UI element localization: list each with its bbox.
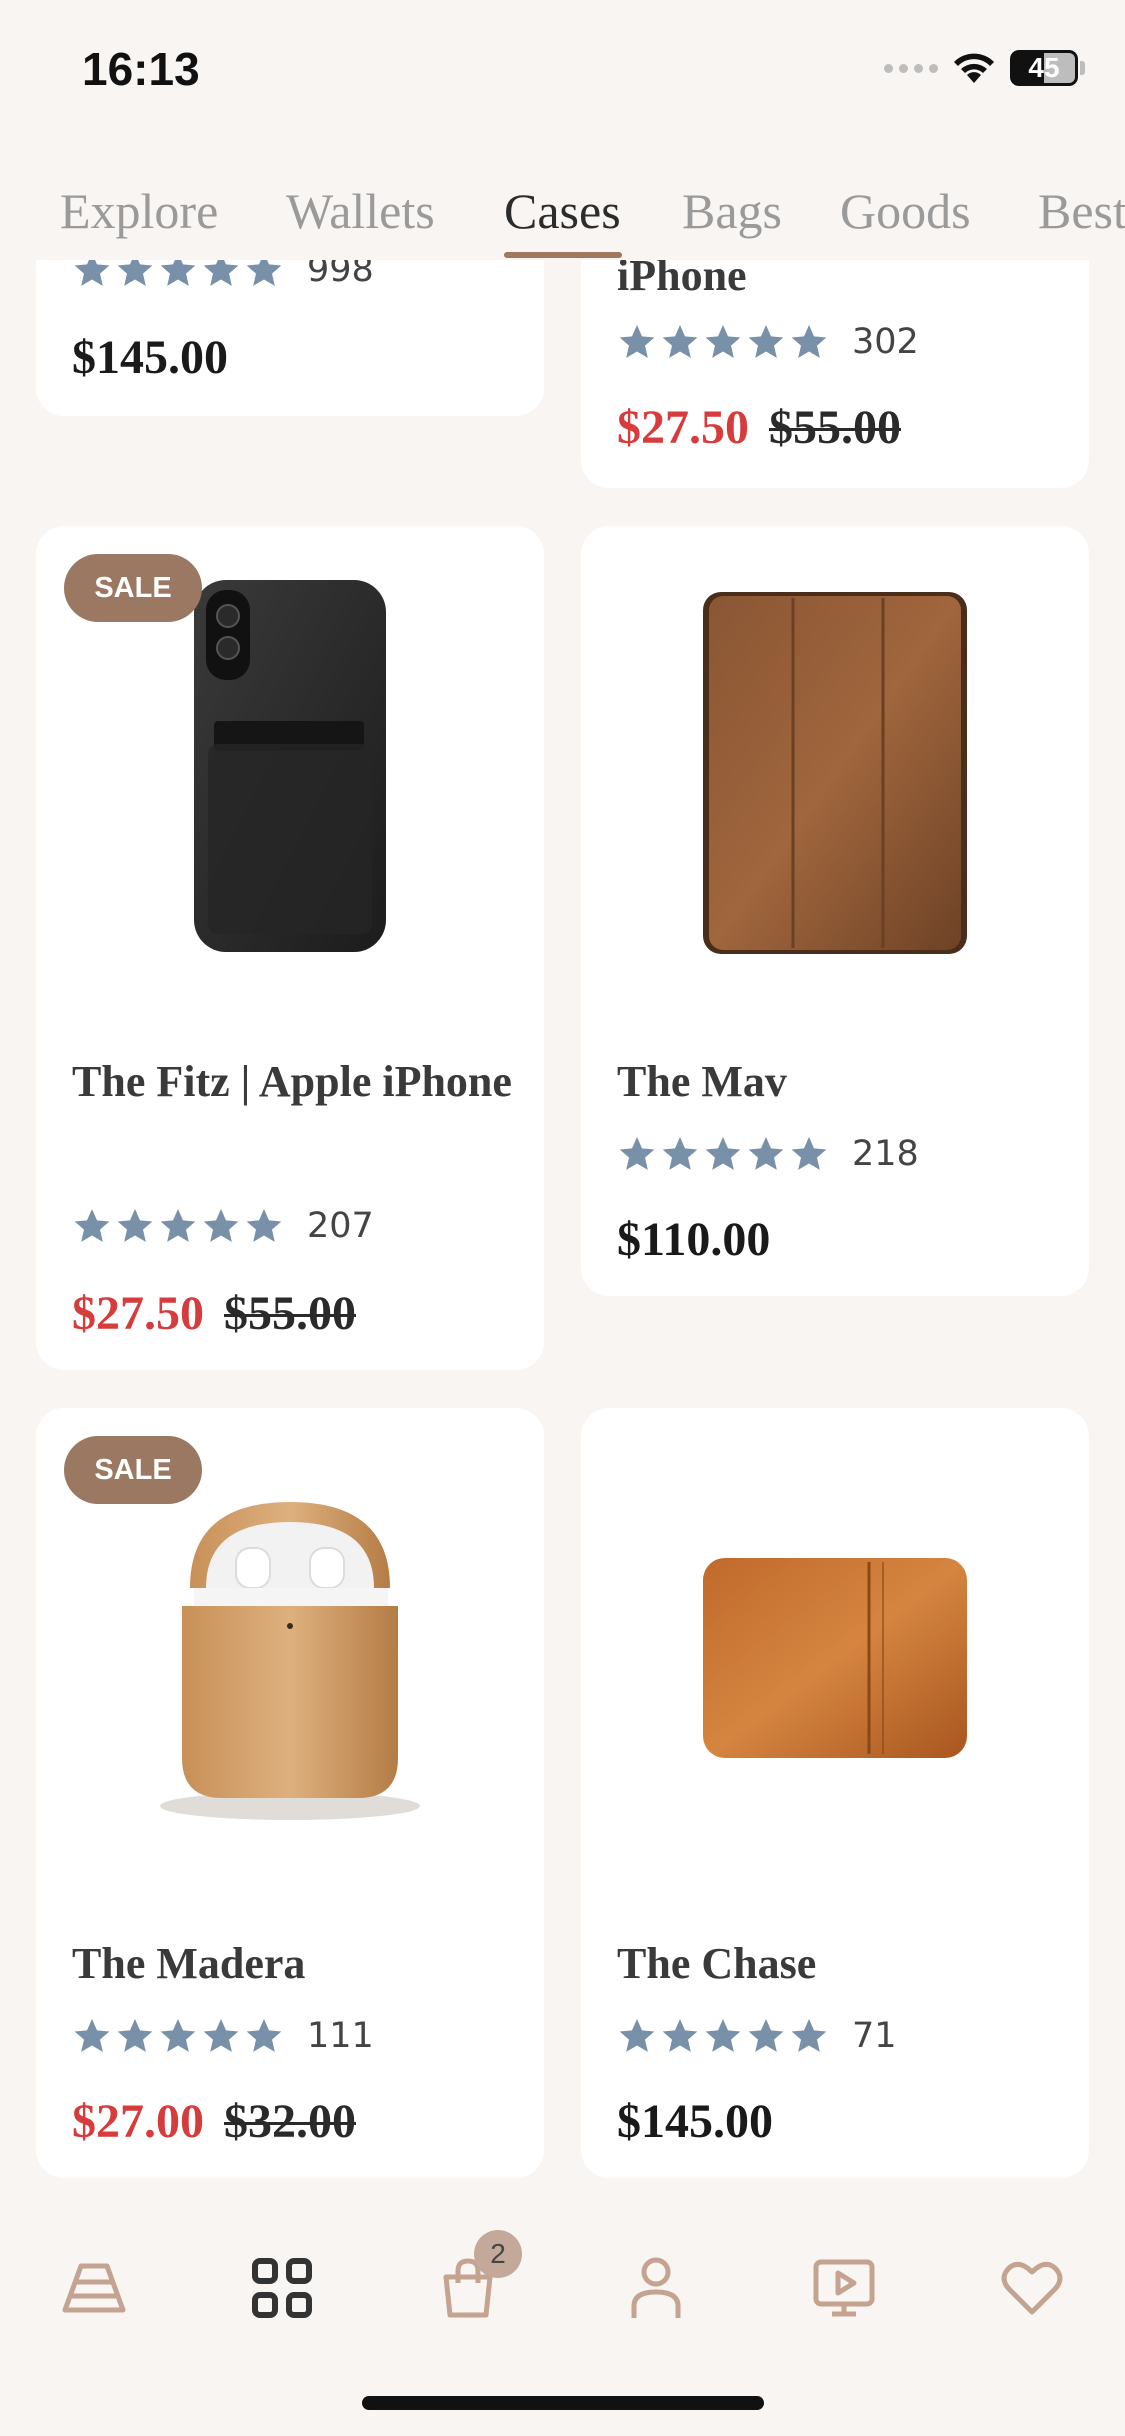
product-card[interactable]: SALE The Fitz | Apple iPhone 207 $27.50 … bbox=[36, 526, 544, 1370]
home-icon bbox=[62, 2263, 126, 2313]
sale-price: $27.50 bbox=[72, 1287, 204, 1340]
product-name: The Fitz | Apple iPhone bbox=[72, 1057, 512, 1106]
active-tab-indicator bbox=[504, 252, 622, 258]
sale-price: $27.00 bbox=[72, 2095, 204, 2148]
original-price: $55.00 bbox=[769, 401, 901, 454]
star-rating: 302 bbox=[617, 322, 919, 362]
cellular-signal-icon bbox=[884, 63, 938, 73]
profile-icon bbox=[631, 2257, 681, 2318]
product-card[interactable]: SALE The Madera 111 $27.00 $32.00 bbox=[36, 1408, 544, 2178]
product-name: The Chase bbox=[617, 1939, 817, 1988]
nav-account[interactable] bbox=[620, 2252, 692, 2324]
nav-cart[interactable]: 2 bbox=[432, 2230, 522, 2324]
wifi-icon bbox=[954, 53, 994, 83]
product-image bbox=[581, 526, 1089, 1026]
review-count: 207 bbox=[307, 1206, 374, 1246]
price-row: $27.00 $32.00 bbox=[72, 2094, 356, 2149]
star-rating: 111 bbox=[72, 2016, 374, 2056]
wooden-airpods-case-image bbox=[160, 1502, 420, 1820]
original-price: $32.00 bbox=[224, 2095, 356, 2148]
product-name: The Madera bbox=[72, 1939, 306, 1988]
tan-leather-laptop-sleeve-image bbox=[703, 1558, 967, 1758]
grid-icon bbox=[252, 2258, 312, 2318]
tab-bags[interactable]: Bags bbox=[682, 182, 782, 240]
sale-badge: SALE bbox=[64, 554, 202, 622]
video-icon bbox=[813, 2259, 875, 2317]
nav-categories[interactable] bbox=[246, 2252, 318, 2324]
price: $145.00 bbox=[72, 331, 228, 384]
product-name: The Mav bbox=[617, 1057, 787, 1106]
heart-icon bbox=[1001, 2261, 1063, 2315]
status-bar: 16:13 45 bbox=[0, 0, 1125, 140]
original-price: $55.00 bbox=[224, 1287, 356, 1340]
price-row: $27.50 $55.00 bbox=[617, 400, 901, 455]
battery-icon: 45 bbox=[1010, 50, 1078, 86]
star-rating: 71 bbox=[617, 2016, 897, 2056]
status-icons: 45 bbox=[884, 48, 1085, 88]
nav-favorites[interactable] bbox=[996, 2252, 1068, 2324]
home-indicator bbox=[362, 2396, 764, 2410]
brown-leather-tablet-case-image bbox=[703, 592, 967, 954]
price: $145.00 bbox=[617, 2095, 773, 2148]
black-leather-phone-case-image bbox=[194, 580, 386, 952]
price-row: $145.00 bbox=[617, 2094, 773, 2149]
price: $110.00 bbox=[617, 1213, 771, 1266]
price-row: $145.00 bbox=[72, 330, 228, 385]
tab-goods[interactable]: Goods bbox=[840, 182, 971, 240]
tab-explore[interactable]: Explore bbox=[60, 182, 218, 240]
price-row: $110.00 bbox=[617, 1212, 770, 1267]
nav-home[interactable] bbox=[58, 2252, 130, 2324]
stars-icon bbox=[617, 322, 832, 362]
review-count: 71 bbox=[852, 2016, 897, 2056]
product-card[interactable]: The Mav 218 $110.00 bbox=[581, 526, 1089, 1296]
sale-badge: SALE bbox=[64, 1436, 202, 1504]
review-count: 111 bbox=[307, 2016, 374, 2056]
tab-best[interactable]: Best bbox=[1038, 182, 1125, 240]
star-rating: 207 bbox=[72, 1206, 374, 1246]
cart-count-badge: 2 bbox=[474, 2230, 522, 2278]
product-card[interactable]: The Chase 71 $145.00 bbox=[581, 1408, 1089, 2178]
stars-icon bbox=[72, 1206, 287, 1246]
stars-icon bbox=[617, 1134, 832, 1174]
star-rating: 218 bbox=[617, 1134, 919, 1174]
stars-icon bbox=[72, 2016, 287, 2056]
tab-cases[interactable]: Cases bbox=[504, 182, 621, 240]
review-count: 218 bbox=[852, 1134, 919, 1174]
price-row: $27.50 $55.00 bbox=[72, 1286, 356, 1341]
tab-wallets[interactable]: Wallets bbox=[286, 182, 435, 240]
nav-videos[interactable] bbox=[808, 2252, 880, 2324]
product-image bbox=[581, 1408, 1089, 1908]
sale-price: $27.50 bbox=[617, 401, 749, 454]
status-time: 16:13 bbox=[82, 43, 200, 95]
review-count: 302 bbox=[852, 322, 919, 362]
battery-level: 45 bbox=[1028, 52, 1060, 83]
category-tabs: Explore Wallets Cases Bags Goods Best bbox=[0, 140, 1125, 260]
stars-icon bbox=[617, 2016, 832, 2056]
